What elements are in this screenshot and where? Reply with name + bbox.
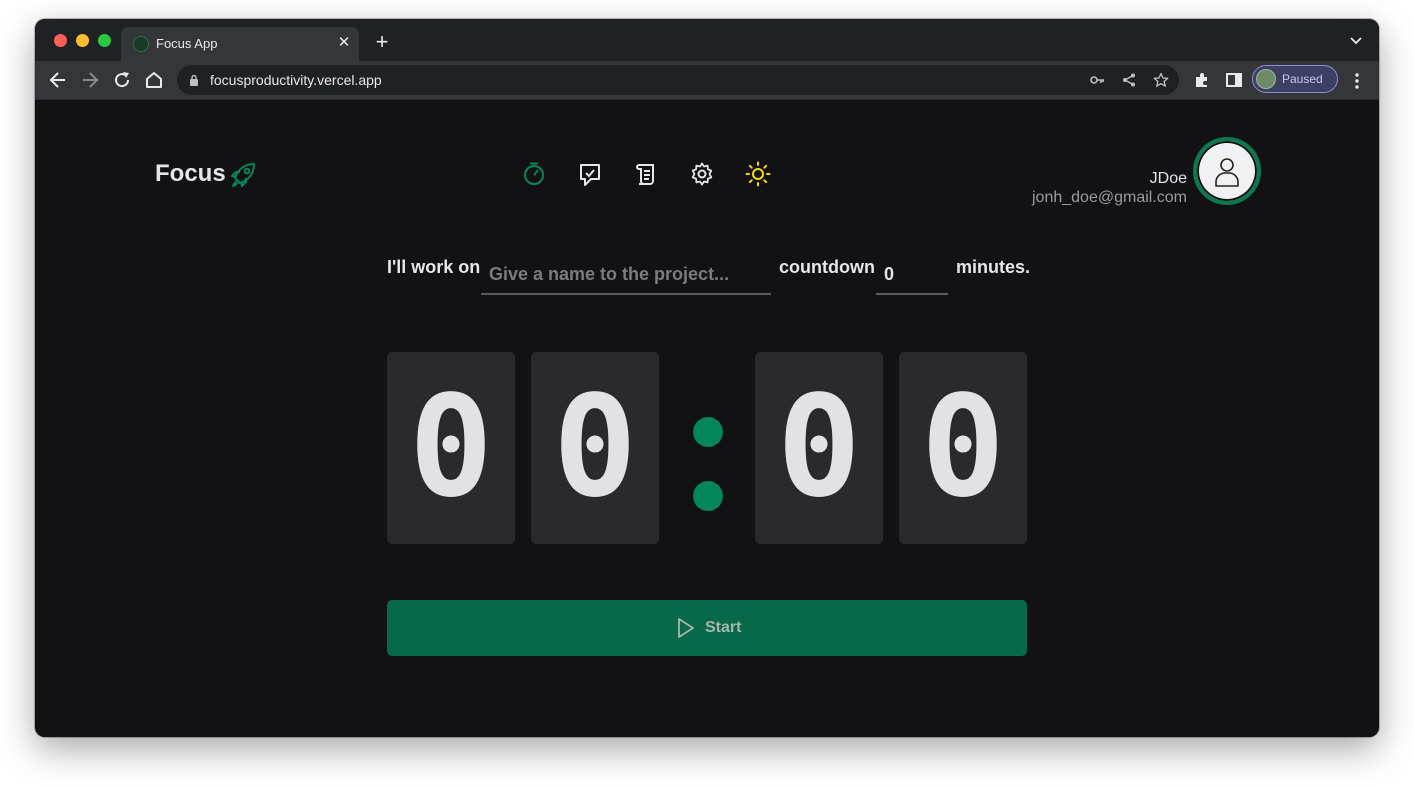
history-scroll-icon[interactable] (633, 161, 659, 187)
password-key-icon[interactable] (1089, 72, 1105, 88)
share-icon[interactable] (1121, 72, 1137, 88)
tab-close-icon[interactable]: ✕ (335, 34, 353, 52)
profile-avatar-icon (1256, 69, 1276, 89)
timer-colon-top-dot (693, 417, 723, 447)
minutes-suffix-label: minutes. (956, 257, 1031, 277)
profile-status: Paused (1282, 72, 1323, 86)
user-avatar[interactable] (1193, 137, 1261, 205)
project-name-input[interactable] (481, 256, 771, 295)
timer-digit-minutes-tens: 0 (387, 352, 515, 544)
tab-bar: Focus App ✕ + (35, 19, 1379, 61)
lock-icon (190, 74, 198, 86)
url-text: focusproductivity.vercel.app (210, 72, 382, 88)
browser-tab[interactable]: Focus App ✕ (121, 27, 359, 61)
start-label: Start (705, 619, 742, 636)
browser-toolbar: focusproductivity.vercel.app Paused (35, 61, 1379, 100)
play-icon (678, 618, 694, 638)
start-button[interactable]: Start (387, 600, 1027, 656)
bookmark-star-icon[interactable] (1153, 72, 1169, 88)
timer-digit-seconds-tens: 0 (755, 352, 883, 544)
maximize-window-button[interactable] (98, 34, 111, 47)
tab-search-chevron-icon[interactable] (1349, 35, 1363, 45)
favicon-icon (133, 36, 149, 52)
theme-sun-icon[interactable] (745, 161, 771, 187)
side-panel-icon[interactable] (1224, 70, 1244, 90)
timer-digit-minutes-ones: 0 (531, 352, 659, 544)
new-tab-icon[interactable]: + (371, 31, 393, 53)
timer-colon-bottom-dot (693, 481, 723, 511)
user-silhouette-icon (1215, 158, 1239, 187)
page-content: Focus JDoe jonh_doe@gmail.com I'll work … (35, 100, 1379, 737)
tab-title: Focus App (156, 36, 218, 51)
tasks-icon[interactable] (577, 161, 603, 187)
profile-button[interactable]: Paused (1252, 65, 1338, 93)
home-icon[interactable] (144, 70, 164, 90)
countdown-label: countdown (779, 257, 875, 277)
forward-icon[interactable] (80, 70, 100, 90)
extensions-puzzle-icon[interactable] (1192, 70, 1212, 90)
browser-window: Focus App ✕ + focusproductivity.vercel.a… (35, 19, 1379, 737)
address-bar[interactable]: focusproductivity.vercel.app (177, 65, 1179, 95)
reload-icon[interactable] (112, 70, 132, 90)
close-window-button[interactable] (54, 34, 67, 47)
timer-icon[interactable] (521, 161, 547, 187)
minutes-input[interactable] (876, 256, 948, 295)
settings-gear-icon[interactable] (689, 161, 715, 187)
timer-digit-seconds-ones: 0 (899, 352, 1027, 544)
browser-menu-icon[interactable] (1349, 71, 1365, 91)
brand-title: Focus (155, 160, 226, 187)
work-prefix-label: I'll work on (387, 257, 481, 277)
user-email: jonh_doe@gmail.com (1032, 189, 1187, 206)
rocket-icon (231, 163, 255, 187)
back-icon[interactable] (48, 70, 68, 90)
user-name: JDoe (1149, 170, 1187, 187)
minimize-window-button[interactable] (76, 34, 89, 47)
